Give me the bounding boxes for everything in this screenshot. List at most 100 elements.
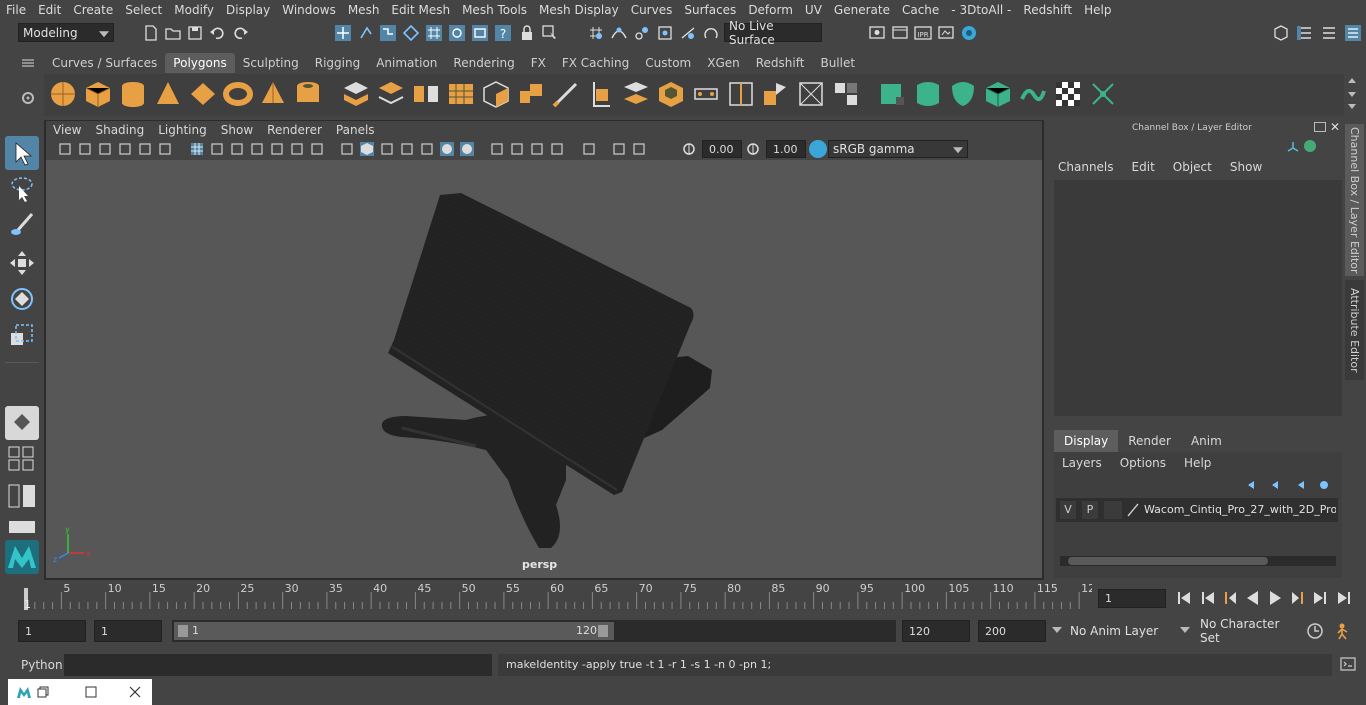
float-panel-icon[interactable] bbox=[1314, 122, 1326, 132]
range-start-grip[interactable] bbox=[178, 625, 188, 637]
live-surface-field[interactable]: No Live Surface bbox=[724, 19, 822, 47]
render-frame-icon[interactable] bbox=[891, 24, 909, 42]
anim-layer-select[interactable]: No Anim Layer bbox=[1066, 620, 1168, 642]
smooth-shade-icon[interactable] bbox=[360, 142, 374, 156]
undo-icon[interactable] bbox=[208, 24, 226, 42]
camera-attributes-icon[interactable] bbox=[78, 142, 92, 156]
shelf-tab-rendering[interactable]: Rendering bbox=[445, 53, 522, 73]
shelf-gear-icon[interactable] bbox=[20, 90, 36, 106]
snap-to-view-planes-icon[interactable] bbox=[679, 24, 697, 42]
extrude-icon[interactable] bbox=[516, 79, 546, 109]
shelf-tab-polygons[interactable]: Polygons bbox=[165, 52, 235, 73]
menu-redshift[interactable]: Redshift bbox=[1017, 3, 1078, 17]
grease-pencil-icon[interactable] bbox=[158, 142, 172, 156]
merge-icon[interactable] bbox=[761, 79, 791, 109]
range-end-grip[interactable] bbox=[598, 625, 608, 637]
poly-pipe-icon[interactable] bbox=[293, 79, 323, 109]
step-forward-key-icon[interactable] bbox=[1292, 592, 1303, 604]
move-tool-button[interactable] bbox=[5, 246, 39, 280]
lock-icon[interactable] bbox=[518, 24, 536, 42]
open-scene-icon[interactable] bbox=[164, 24, 182, 42]
time-slider[interactable]: 5 10 15 20 25 30 35 40 45 50 55 60 65 70 75 80 85 90 95 100… bbox=[18, 582, 1095, 611]
layer-playback-toggle[interactable]: P bbox=[1082, 501, 1098, 519]
layer-tab-render[interactable]: Render bbox=[1118, 430, 1181, 452]
wireframe-on-shaded-icon[interactable] bbox=[380, 142, 394, 156]
fill-hole-icon[interactable] bbox=[656, 79, 686, 109]
layer-menu-layers[interactable]: Layers bbox=[1062, 456, 1102, 470]
layer-menu-options[interactable]: Options bbox=[1120, 456, 1166, 470]
menu-edit-mesh[interactable]: Edit Mesh bbox=[385, 3, 456, 17]
layer-action-icons[interactable] bbox=[1244, 478, 1340, 492]
field-chart-icon[interactable] bbox=[270, 142, 284, 156]
shelf-scroll-down-icon[interactable] bbox=[1348, 92, 1356, 97]
menu-windows[interactable]: Windows bbox=[276, 3, 342, 17]
two-view-layout-button[interactable] bbox=[5, 482, 39, 510]
textured-icon[interactable] bbox=[400, 142, 414, 156]
isolate-select-icon[interactable] bbox=[550, 142, 564, 156]
snap-grid-icon[interactable] bbox=[425, 24, 443, 42]
menu-mesh-tools[interactable]: Mesh Tools bbox=[456, 3, 533, 17]
uv-unfold-icon[interactable] bbox=[1018, 79, 1048, 109]
grid-icon[interactable] bbox=[190, 142, 204, 156]
poly-cube-icon[interactable] bbox=[83, 79, 113, 109]
boolean-icon[interactable] bbox=[796, 79, 826, 109]
select-hierarchy-icon[interactable] bbox=[334, 24, 352, 42]
go-to-end-icon[interactable] bbox=[1338, 592, 1350, 604]
render-view-icon[interactable] bbox=[937, 24, 955, 42]
poly-sphere-icon[interactable] bbox=[48, 79, 78, 109]
shelf-tab-fx[interactable]: FX bbox=[523, 53, 554, 73]
layer-tab-display[interactable]: Display bbox=[1054, 430, 1119, 452]
layer-scrollbar-thumb[interactable] bbox=[1068, 557, 1268, 565]
play-backward-icon[interactable] bbox=[1247, 591, 1258, 605]
anti-alias-icon[interactable] bbox=[510, 142, 524, 156]
2d-pan-zoom-icon[interactable] bbox=[138, 142, 152, 156]
hypershade-icon[interactable] bbox=[960, 24, 978, 42]
color-management-icon[interactable] bbox=[809, 140, 827, 158]
select-highlight-icon[interactable] bbox=[541, 24, 559, 42]
uv-checker-icon[interactable] bbox=[1053, 79, 1083, 109]
panel-menu-view[interactable]: View bbox=[46, 123, 88, 137]
camera-select-icon[interactable] bbox=[58, 142, 72, 156]
auto-key-icon[interactable] bbox=[1306, 622, 1324, 640]
use-lights-icon[interactable] bbox=[420, 142, 434, 156]
menu-display[interactable]: Display bbox=[220, 3, 276, 17]
character-set-select[interactable]: No Character Set bbox=[1196, 617, 1300, 645]
channel-list[interactable] bbox=[1054, 180, 1342, 416]
menu-cache[interactable]: Cache bbox=[896, 3, 945, 17]
save-scene-icon[interactable] bbox=[186, 24, 204, 42]
select-object-icon[interactable] bbox=[357, 24, 375, 42]
delete-edge-icon[interactable] bbox=[831, 79, 861, 109]
shelf-menu-icon[interactable] bbox=[20, 58, 36, 68]
3d-viewport[interactable]: x y z persp bbox=[46, 160, 1042, 578]
shadows-icon[interactable] bbox=[440, 142, 454, 156]
shelf-tab-bullet[interactable]: Bullet bbox=[812, 53, 863, 73]
panel-menu-lighting[interactable]: Lighting bbox=[151, 123, 214, 137]
safe-action-icon[interactable] bbox=[290, 142, 304, 156]
select-tool-button[interactable] bbox=[5, 136, 39, 170]
menu-curves[interactable]: Curves bbox=[625, 3, 679, 17]
shelf-expand-icon[interactable] bbox=[1348, 104, 1356, 109]
uv-spherical-icon[interactable] bbox=[948, 79, 978, 109]
make-live-icon[interactable] bbox=[702, 24, 720, 42]
gamma-icon[interactable] bbox=[746, 142, 760, 156]
side-tab-attribute-editor[interactable]: Attribute Editor bbox=[1345, 280, 1364, 380]
ipr-render-icon[interactable]: IPR bbox=[914, 24, 932, 42]
shelf-tab-xgen[interactable]: XGen bbox=[699, 53, 748, 73]
target-weld-icon[interactable] bbox=[691, 79, 721, 109]
select-component-icon[interactable] bbox=[379, 24, 397, 42]
depth-of-field-icon[interactable] bbox=[530, 142, 544, 156]
render-settings-icon[interactable] bbox=[868, 24, 886, 42]
poly-cone-icon[interactable] bbox=[153, 79, 183, 109]
range-slider[interactable]: 1 120 bbox=[172, 620, 896, 642]
step-forward-icon[interactable] bbox=[1314, 592, 1326, 604]
colorspace-select[interactable]: sRGB gamma bbox=[828, 140, 968, 158]
minimized-window[interactable] bbox=[8, 679, 152, 705]
panel-menu-show[interactable]: Show bbox=[214, 123, 260, 137]
close-icon[interactable] bbox=[128, 685, 142, 699]
channel-menu-object[interactable]: Object bbox=[1173, 160, 1212, 174]
bevel-icon[interactable] bbox=[481, 79, 511, 109]
tool-settings-toggle-icon[interactable] bbox=[1320, 24, 1338, 42]
mode-select[interactable]: Modeling bbox=[18, 23, 114, 42]
multicut-icon[interactable] bbox=[551, 79, 581, 109]
uv-cylindrical-icon[interactable] bbox=[913, 79, 943, 109]
